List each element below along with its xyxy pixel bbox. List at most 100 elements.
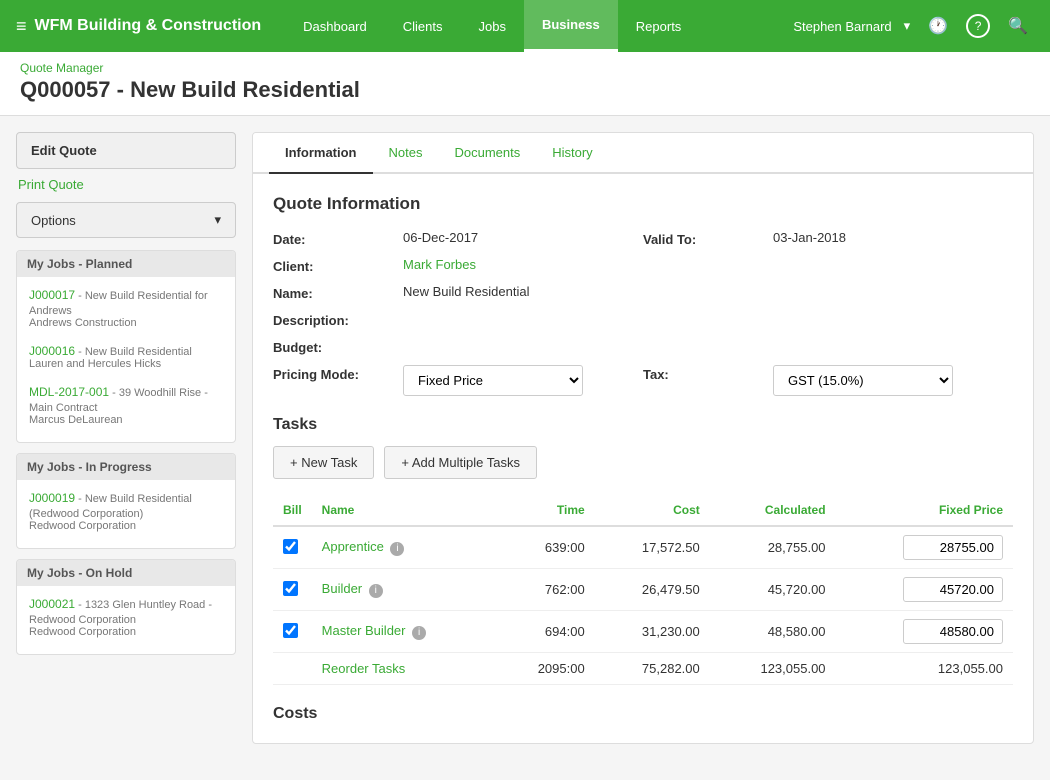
chevron-down-icon[interactable]: ▾ [904, 18, 911, 34]
name-label: Name: [273, 284, 403, 301]
nav-business[interactable]: Business [524, 0, 618, 52]
list-item: J000017 - New Build Residential for Andr… [25, 283, 227, 339]
cost-cell-3: 31,230.00 [595, 611, 710, 653]
job-client: Andrews Construction [29, 317, 223, 329]
valid-to-value: 03-Jan-2018 [773, 230, 1013, 245]
tab-notes[interactable]: Notes [373, 133, 439, 174]
table-row: Builder i 762:00 26,479.50 45,720.00 [273, 569, 1013, 611]
name-cell-1: Apprentice i [312, 526, 496, 569]
list-item: J000021 - 1323 Glen Huntley Road - Redwo… [25, 592, 227, 648]
col-time: Time [496, 495, 595, 526]
options-button[interactable]: Options ▾ [16, 202, 236, 238]
description-label: Description: [273, 311, 403, 328]
task-link-builder[interactable]: Builder [322, 581, 362, 596]
main-layout: Edit Quote Print Quote Options ▾ My Jobs… [0, 116, 1050, 760]
total-fixed-price: 123,055.00 [836, 653, 1013, 685]
nav-right: Stephen Barnard ▾ 🕐 ? 🔍 [793, 10, 1034, 42]
client-value: Mark Forbes [403, 257, 1013, 272]
sidebar-section-on-hold: My Jobs - On Hold J000021 - 1323 Glen Hu… [16, 559, 236, 655]
job-link-j000017[interactable]: J000017 [29, 288, 75, 302]
calculated-cell-1: 28,755.00 [710, 526, 836, 569]
total-time: 2095:00 [496, 653, 595, 685]
time-cell-3: 694:00 [496, 611, 595, 653]
history-icon[interactable]: 🕐 [922, 10, 954, 42]
job-link-mdl2017001[interactable]: MDL-2017-001 [29, 385, 109, 399]
bill-cell-1 [273, 526, 312, 569]
tab-information[interactable]: Information [269, 133, 373, 174]
sidebar-section-planned: My Jobs - Planned J000017 - New Build Re… [16, 250, 236, 443]
col-bill: Bill [273, 495, 312, 526]
info-icon-master-builder[interactable]: i [412, 626, 426, 640]
bill-checkbox-1[interactable] [283, 539, 298, 554]
table-header-row: Bill Name Time Cost Calculated Fixed Pri… [273, 495, 1013, 526]
pricing-mode-select[interactable]: Fixed Price Time & Materials Cost Plus [403, 365, 583, 396]
tab-history[interactable]: History [536, 133, 608, 174]
tasks-section: Tasks + New Task + Add Multiple Tasks Bi… [273, 416, 1013, 685]
job-client: Redwood Corporation [29, 626, 223, 638]
name-cell-3: Master Builder i [312, 611, 496, 653]
bill-cell-3 [273, 611, 312, 653]
pricing-tax-row: Pricing Mode: Fixed Price Time & Materia… [273, 365, 1013, 396]
breadcrumb[interactable]: Quote Manager [20, 61, 103, 75]
edit-quote-button[interactable]: Edit Quote [16, 132, 236, 169]
tab-documents[interactable]: Documents [438, 133, 536, 174]
budget-label: Budget: [273, 338, 403, 355]
col-name: Name [312, 495, 496, 526]
nav-dashboard[interactable]: Dashboard [285, 0, 385, 52]
add-multiple-tasks-button[interactable]: + Add Multiple Tasks [384, 446, 537, 479]
fixed-price-cell-2 [836, 569, 1013, 611]
list-item: MDL-2017-001 - 39 Woodhill Rise - Main C… [25, 380, 227, 436]
date-row: Date: 06-Dec-2017 Valid To: 03-Jan-2018 [273, 230, 1013, 247]
list-item: J000019 - New Build Residential (Redwood… [25, 486, 227, 542]
reorder-tasks-link[interactable]: Reorder Tasks [322, 661, 406, 676]
info-icon-builder[interactable]: i [369, 584, 383, 598]
help-icon[interactable]: ? [966, 14, 990, 38]
nav-links: Dashboard Clients Jobs Business Reports [285, 0, 699, 52]
info-icon-apprentice[interactable]: i [390, 542, 404, 556]
brand: ≡ WFM Building & Construction [16, 16, 261, 37]
valid-to-label: Valid To: [643, 230, 773, 247]
planned-body: J000017 - New Build Residential for Andr… [17, 277, 235, 442]
bill-checkbox-2[interactable] [283, 581, 298, 596]
calculated-cell-2: 45,720.00 [710, 569, 836, 611]
search-icon[interactable]: 🔍 [1002, 10, 1034, 42]
total-cost: 75,282.00 [595, 653, 710, 685]
costs-title: Costs [273, 705, 1013, 723]
job-client: Marcus DeLaurean [29, 414, 223, 426]
top-navigation: ≡ WFM Building & Construction Dashboard … [0, 0, 1050, 52]
tax-value: GST (15.0%) No Tax [773, 365, 1013, 396]
user-name[interactable]: Stephen Barnard [793, 19, 891, 34]
tax-select[interactable]: GST (15.0%) No Tax [773, 365, 953, 396]
bill-checkbox-3[interactable] [283, 623, 298, 638]
job-client: Lauren and Hercules Hicks [29, 358, 223, 370]
name-value: New Build Residential [403, 284, 1013, 299]
job-link-j000019[interactable]: J000019 [29, 491, 75, 505]
planned-header: My Jobs - Planned [17, 251, 235, 277]
nav-jobs[interactable]: Jobs [461, 0, 524, 52]
task-link-master-builder[interactable]: Master Builder [322, 623, 406, 638]
date-value: 06-Dec-2017 [403, 230, 643, 245]
cost-cell-1: 17,572.50 [595, 526, 710, 569]
fixed-price-input-1[interactable] [903, 535, 1003, 560]
col-calculated: Calculated [710, 495, 836, 526]
description-row: Description: [273, 311, 1013, 328]
nav-clients[interactable]: Clients [385, 0, 461, 52]
print-quote-link[interactable]: Print Quote [16, 173, 236, 202]
pricing-mode-value: Fixed Price Time & Materials Cost Plus [403, 365, 643, 396]
col-fixed-price: Fixed Price [836, 495, 1013, 526]
tax-label: Tax: [643, 365, 773, 382]
job-link-j000021[interactable]: J000021 [29, 597, 75, 611]
client-link[interactable]: Mark Forbes [403, 257, 476, 272]
name-row: Name: New Build Residential [273, 284, 1013, 301]
task-link-apprentice[interactable]: Apprentice [322, 539, 384, 554]
page-header: Quote Manager Q000057 - New Build Reside… [0, 52, 1050, 116]
fixed-price-cell-3 [836, 611, 1013, 653]
job-name: - New Build Residential [75, 346, 192, 358]
sidebar-section-in-progress: My Jobs - In Progress J000019 - New Buil… [16, 453, 236, 549]
job-link-j000016[interactable]: J000016 [29, 344, 75, 358]
fixed-price-input-2[interactable] [903, 577, 1003, 602]
fixed-price-input-3[interactable] [903, 619, 1003, 644]
nav-reports[interactable]: Reports [618, 0, 700, 52]
col-cost: Cost [595, 495, 710, 526]
new-task-button[interactable]: + New Task [273, 446, 374, 479]
